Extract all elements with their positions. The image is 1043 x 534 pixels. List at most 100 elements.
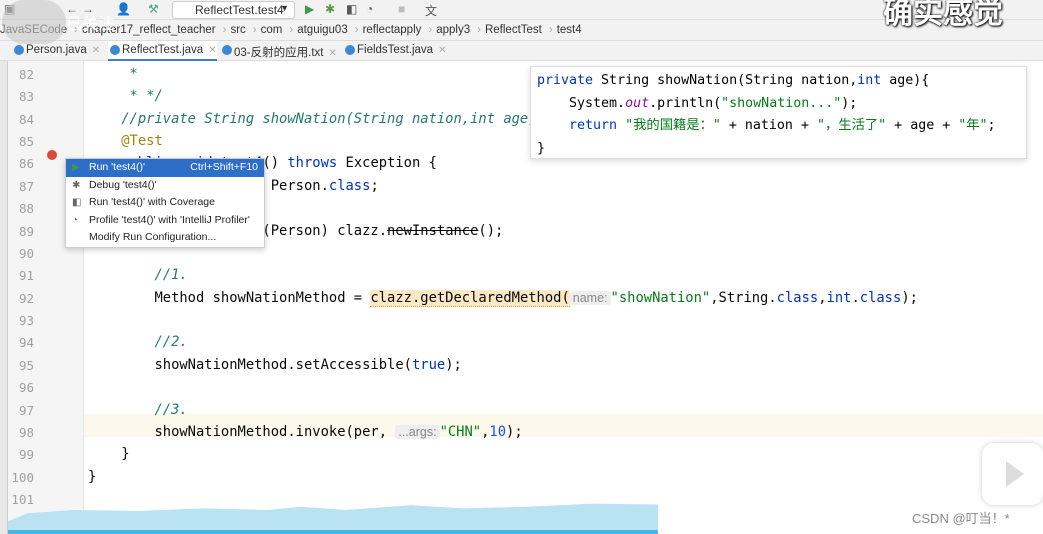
breadcrumb-item[interactable]: src xyxy=(230,24,245,36)
code-line[interactable]: } xyxy=(88,466,96,488)
file-icon xyxy=(345,45,355,55)
line-number: 89 xyxy=(18,223,34,239)
line-number: 84 xyxy=(18,111,34,127)
line-number: 100 xyxy=(11,469,34,485)
stop-icon[interactable]: ■ xyxy=(398,2,405,16)
profiler-icon[interactable]: ◔ xyxy=(366,2,373,16)
breadcrumb-item[interactable]: apply3 xyxy=(436,24,470,36)
chevron-right-icon: › xyxy=(289,24,294,36)
line-number: 98 xyxy=(18,424,34,440)
code-token: * */ xyxy=(88,88,163,105)
line-number: 99 xyxy=(18,447,34,463)
breadcrumb-item[interactable]: com xyxy=(261,24,283,36)
code-line[interactable]: //2. xyxy=(88,331,188,353)
menu-item-4[interactable]: Modify Run Configuration... xyxy=(66,229,264,247)
subtitle-watermark: 确实感觉 xyxy=(883,0,1003,30)
video-player-tv-icon[interactable] xyxy=(982,443,1043,505)
menu-item-3[interactable]: ◔ Profile 'test4()' with 'IntelliJ Profil… xyxy=(66,212,264,230)
tab-label: ReflectTest.java xyxy=(122,44,204,56)
code-token: .println( xyxy=(649,95,722,111)
code-line[interactable]: showNationMethod.invoke(per, ...args: "CH… xyxy=(88,421,523,443)
code-token: "showNation..." xyxy=(721,95,842,111)
code-line[interactable]: * xyxy=(88,63,138,85)
run-configuration-select[interactable]: ReflectTest.test4 ▼ xyxy=(172,1,295,19)
debug-icon: ✱ xyxy=(72,179,81,191)
video-progress-bar xyxy=(8,530,658,534)
code-token: "我的国籍是：" xyxy=(625,118,721,133)
code-token: class xyxy=(328,177,371,194)
close-icon[interactable]: ✕ xyxy=(92,45,100,56)
build-hammer-icon[interactable]: ⚒ xyxy=(148,2,159,16)
code-token: //2. xyxy=(88,334,188,351)
chevron-right-icon: › xyxy=(354,24,359,36)
tab-fieldstest-java[interactable]: FieldsTest.java ✕ xyxy=(343,41,446,61)
code-line[interactable]: Method showNationMethod = clazz.getDecla… xyxy=(88,287,918,309)
line-number: 85 xyxy=(18,134,34,150)
run-context-menu: ▶ Run 'test4()' Ctrl+Shift+F10 ✱ Debug 'test… xyxy=(65,158,265,248)
code-line[interactable]: showNationMethod.setAccessible(true); xyxy=(88,354,461,376)
menu-item-label: Run 'test4()' with Coverage xyxy=(89,196,215,208)
code-token: newInstance xyxy=(387,222,479,239)
code-line[interactable]: //private String showNation(String natio… xyxy=(88,108,545,130)
tab-person-java[interactable]: Person.java ✕ xyxy=(12,41,100,61)
menu-item-label: Run 'test4()' xyxy=(89,161,145,173)
code-token: + nation + xyxy=(720,118,817,133)
menu-item-2[interactable]: ◧ Run 'test4()' with Coverage xyxy=(66,194,264,212)
code-token: ...args: xyxy=(395,424,440,439)
run-test-gutter-icon[interactable] xyxy=(47,150,57,160)
code-line[interactable]: //3. xyxy=(88,399,188,421)
close-icon[interactable]: ✕ xyxy=(208,45,216,56)
line-number: 97 xyxy=(18,402,34,418)
tab-reflecttest-java[interactable]: ReflectTest.java ✕ xyxy=(108,41,217,61)
code-token: ; xyxy=(370,177,379,194)
line-number: 96 xyxy=(18,380,34,396)
line-number: 82 xyxy=(18,67,34,82)
tab-label: 03-反射的应用.txt xyxy=(234,47,324,59)
code-token: 10 xyxy=(489,423,507,440)
tooltip-code-line: private String showNation(String nation,… xyxy=(537,70,1020,93)
tab-label: Person.java xyxy=(26,44,87,56)
coverage-icon[interactable]: ◧ xyxy=(346,2,357,16)
code-line[interactable]: //1. xyxy=(88,264,187,286)
menu-item-0[interactable]: ▶ Run 'test4()' Ctrl+Shift+F10 xyxy=(66,159,264,177)
run-icon: ▶ xyxy=(72,162,80,173)
code-token: clazz.getDeclaredMethod( xyxy=(370,289,570,307)
breadcrumb-item[interactable]: ReflectTest xyxy=(485,24,542,36)
chevron-right-icon: › xyxy=(222,24,227,36)
run-icon[interactable]: ▶ xyxy=(305,2,314,16)
tab-03-txt[interactable]: 03-反射的应用.txt ✕ xyxy=(220,41,337,61)
code-token: ); xyxy=(506,423,523,440)
tooltip-code-line: } xyxy=(537,138,1020,161)
run-config-label: ReflectTest.test4 xyxy=(195,3,284,17)
line-number: 86 xyxy=(18,156,34,172)
code-token: private xyxy=(537,73,594,88)
code-line[interactable]: } xyxy=(88,443,129,465)
debug-icon[interactable]: ✱ xyxy=(325,2,335,16)
line-number: 92 xyxy=(18,290,34,306)
code-token: ); xyxy=(901,289,918,306)
code-token: throws xyxy=(287,155,338,172)
menu-item-1[interactable]: ✱ Debug 'test4()' xyxy=(66,177,264,195)
code-line[interactable]: * */ xyxy=(88,85,163,107)
breadcrumb-item[interactable]: atguigu03 xyxy=(297,24,348,36)
breadcrumb-item[interactable]: reflectapply xyxy=(363,24,422,36)
code-token: ,String. xyxy=(710,289,777,306)
user-icon[interactable]: 👤 xyxy=(116,2,131,16)
follow-badge[interactable]: 已关注 xyxy=(2,0,114,44)
translate-icon[interactable]: 文 xyxy=(425,2,437,19)
profiler-icon: ◔ xyxy=(72,214,79,226)
code-token: //3. xyxy=(88,401,188,418)
code-token: return xyxy=(569,118,618,133)
close-icon[interactable]: ✕ xyxy=(438,45,446,56)
code-token: } xyxy=(537,140,546,156)
breadcrumb-item[interactable]: test4 xyxy=(557,24,582,36)
line-number: 90 xyxy=(18,245,34,261)
close-icon[interactable]: ✕ xyxy=(328,48,336,59)
chevron-right-icon: › xyxy=(548,24,553,36)
code-token: ; xyxy=(987,118,996,133)
menu-item-label: Debug 'test4()' xyxy=(89,178,157,191)
code-line[interactable]: @Test xyxy=(88,130,163,152)
code-token: "，生活了" xyxy=(816,118,887,133)
